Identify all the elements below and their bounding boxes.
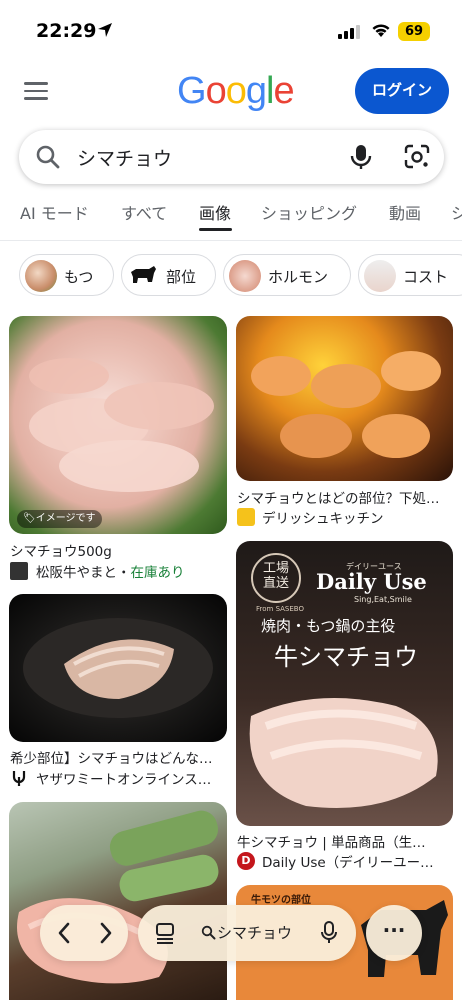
factory-direct-stamp: 工場 直送 <box>251 553 301 603</box>
stock-status: 在庫あり <box>130 565 185 581</box>
result-source-5[interactable]: Daily Use（デイリーユー… <box>262 851 452 871</box>
back-chevron-icon[interactable] <box>54 921 74 949</box>
ad-product: 牛シマチョウ <box>274 643 418 671</box>
result-source-4[interactable]: デリッシュキッチン <box>262 507 452 527</box>
tab-videos[interactable]: 動画 <box>389 200 421 224</box>
result-source-1[interactable]: 松阪牛やまと・在庫あり <box>36 561 226 581</box>
meat-illustration <box>23 618 213 718</box>
image-badge: 🏷イメージです <box>17 510 102 528</box>
ad-caption: 焼肉・もつ鍋の主役 <box>261 617 396 635</box>
favicon-delish-icon <box>237 508 255 526</box>
tabs-divider <box>0 240 462 241</box>
search-tabs: AI モード すべて 画像 ショッピング 動画 シ <box>0 198 462 240</box>
grilled-meat-illustration <box>251 351 441 458</box>
grilled-food-illustration <box>17 810 219 984</box>
chip-costco[interactable]: コスト <box>358 254 462 296</box>
chip-thumbnail <box>25 260 57 292</box>
chip-thumbnail <box>229 260 261 292</box>
result-image-1[interactable]: 🏷イメージです <box>9 316 227 534</box>
chip-label: 部位 <box>166 268 197 286</box>
search-query[interactable]: シマチョウ <box>77 144 172 171</box>
tag-icon: 🏷 <box>23 513 36 524</box>
result-image-3[interactable] <box>9 802 227 1000</box>
status-time: 22:29 <box>36 20 97 42</box>
hamburger-menu-icon[interactable] <box>24 82 48 102</box>
login-button[interactable]: ログイン <box>355 68 449 114</box>
tab-images[interactable]: 画像 <box>199 200 231 224</box>
chip-horumon[interactable]: ホルモン <box>223 254 351 296</box>
wifi-icon <box>371 22 391 42</box>
search-box[interactable]: シマチョウ <box>19 130 444 184</box>
tab-more[interactable]: シ <box>451 200 462 224</box>
result-title-5[interactable]: 牛シマチョウ | 単品商品（生… <box>237 831 453 851</box>
status-bar: 22:29 69 <box>0 0 462 60</box>
mic-icon[interactable] <box>349 143 373 175</box>
chip-label: コスト <box>403 268 449 286</box>
result-source-2[interactable]: ヤザワミートオンラインス… <box>36 768 226 788</box>
address-bar[interactable]: シマチョウ <box>138 905 356 961</box>
favicon-cow-icon <box>10 562 28 580</box>
ad-brand: Daily Use <box>316 569 427 594</box>
battery-indicator: 69 <box>398 22 430 41</box>
chip-label: ホルモン <box>268 268 329 286</box>
browser-nav-group <box>40 905 128 961</box>
stamp-subtext: From SASEBO <box>256 605 304 613</box>
google-lens-icon[interactable] <box>403 144 431 174</box>
ad-tagline: Sing,Eat,Smile <box>354 595 412 604</box>
chip-motsu[interactable]: もつ <box>19 254 114 296</box>
chip-thumbnail <box>127 260 159 292</box>
search-icon <box>201 925 216 944</box>
chip-thumbnail <box>364 260 396 292</box>
ad-caption: 牛モツの部位 <box>251 895 311 906</box>
meat-illustration <box>249 698 438 808</box>
result-image-4[interactable] <box>236 316 453 481</box>
chip-label: もつ <box>64 268 94 286</box>
active-tab-indicator <box>199 228 232 231</box>
meat-illustration <box>29 358 214 492</box>
tab-all[interactable]: すべて <box>121 200 167 224</box>
tabs-overview-icon[interactable] <box>154 922 176 948</box>
tab-ai-mode[interactable]: AI モード <box>20 200 89 224</box>
more-options-button[interactable]: ··· <box>366 905 422 961</box>
favicon-fork-icon <box>10 769 28 787</box>
forward-chevron-icon[interactable] <box>96 921 116 949</box>
tab-shopping[interactable]: ショッピング <box>261 200 357 224</box>
result-title-2[interactable]: 希少部位】シマチョウはどんな… <box>10 747 230 767</box>
refinement-chips: もつ 部位 ホルモン コスト <box>0 254 462 298</box>
google-logo[interactable]: Google <box>177 70 295 113</box>
result-image-5[interactable]: 工場 直送 From SASEBO デイリーユース Daily Use Sing… <box>236 541 453 826</box>
favicon-dailyuse-icon: D <box>237 852 255 870</box>
result-title-1[interactable]: シマチョウ500g <box>10 540 230 560</box>
address-bar-query[interactable]: シマチョウ <box>217 922 292 943</box>
result-title-4[interactable]: シマチョウとはどの部位？下処… <box>237 487 453 507</box>
chip-bui[interactable]: 部位 <box>121 254 216 296</box>
location-arrow-icon <box>97 22 113 42</box>
cellular-signal-icon <box>338 24 360 43</box>
search-icon <box>35 144 61 174</box>
result-image-2[interactable] <box>9 594 227 742</box>
mic-icon[interactable] <box>320 921 338 949</box>
